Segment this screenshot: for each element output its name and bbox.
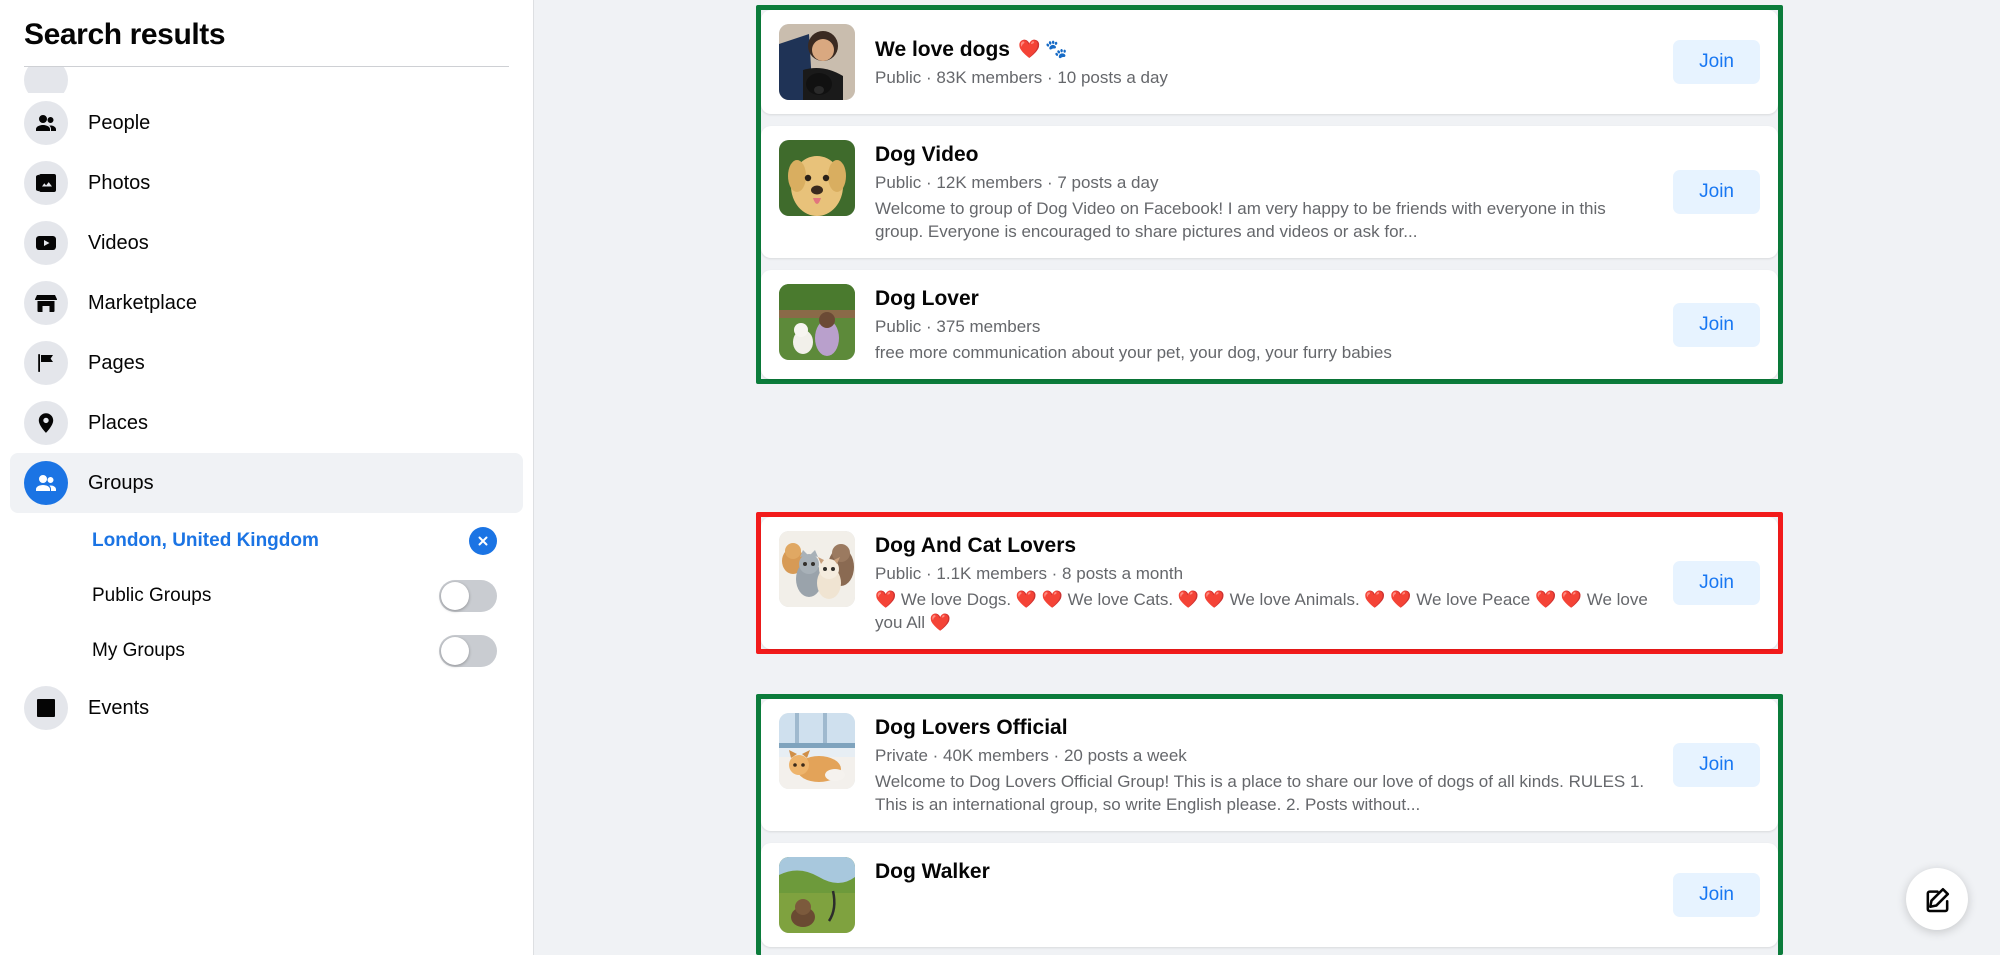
sidebar-item-label: Marketplace: [88, 291, 197, 314]
group-description: Welcome to group of Dog Video on Faceboo…: [875, 199, 1606, 242]
pages-flag-icon: [24, 341, 68, 385]
group-thumbnail: [779, 284, 855, 361]
group-name-row: We love dogs ❤️ 🐾: [875, 37, 1657, 62]
sidebar-item-pages[interactable]: Pages: [10, 333, 523, 393]
group-card[interactable]: We love dogs ❤️ 🐾 Public · 83K members ·…: [761, 10, 1778, 114]
group-info: Dog Lover Public · 375 members free more…: [875, 284, 1657, 365]
group-thumbnail: [779, 713, 855, 789]
sidebar-item-places[interactable]: Places: [10, 393, 523, 453]
sidebar-item-people[interactable]: People: [10, 93, 523, 153]
sidebar-item-groups[interactable]: Groups: [10, 453, 523, 513]
filter-public-groups-label: Public Groups: [92, 584, 212, 606]
group-name: Dog And Cat Lovers: [875, 534, 1077, 557]
join-button[interactable]: Join: [1673, 561, 1760, 606]
group-card[interactable]: Dog And Cat Lovers Public · 1.1K members…: [761, 517, 1778, 650]
sidebar-item-photos[interactable]: Photos: [10, 153, 523, 213]
sidebar-item-label: Events: [88, 696, 150, 719]
partial-icon: [24, 67, 68, 93]
filter-location[interactable]: London, United Kingdom: [20, 513, 513, 568]
group-meta: Public · 83K members · 10 posts a day: [875, 68, 1168, 88]
sidebar-nav: People Photos Videos Marketplace Pages P…: [0, 67, 533, 738]
group-meta: Public · 1.1K members · 8 posts a month: [875, 564, 1184, 584]
page-title: Search results: [24, 18, 226, 51]
filter-location-label: London, United Kingdom: [92, 529, 319, 551]
close-x-icon[interactable]: [469, 526, 497, 555]
filter-public-groups[interactable]: Public Groups: [20, 568, 513, 623]
group-meta: Public · 375 members: [875, 317, 1041, 337]
sidebar-item-label: Pages: [88, 351, 145, 374]
join-button[interactable]: Join: [1673, 873, 1760, 918]
group-name: Dog Lover: [875, 287, 979, 311]
videos-icon: [24, 221, 68, 265]
compose-edit-icon[interactable]: [1906, 868, 1968, 930]
sidebar-item-marketplace[interactable]: Marketplace: [10, 273, 523, 333]
annotation-box-green-1: We love dogs ❤️ 🐾 Public · 83K members ·…: [756, 5, 1783, 385]
group-meta: Private · 40K members · 20 posts a week: [875, 746, 1187, 766]
join-button[interactable]: Join: [1673, 170, 1760, 215]
filter-my-groups-label: My Groups: [92, 639, 185, 661]
group-name: Dog Video: [875, 143, 979, 166]
group-thumbnail: [779, 531, 855, 607]
group-name-row: Dog Lovers Official: [875, 715, 1657, 740]
group-name-row: Dog And Cat Lovers: [875, 533, 1657, 558]
search-results-main: We love dogs ❤️ 🐾 Public · 83K members ·…: [535, 0, 2000, 955]
my-groups-toggle[interactable]: [439, 634, 497, 667]
group-thumbnail: [779, 857, 855, 934]
annotation-box-red: Dog And Cat Lovers Public · 1.1K members…: [756, 512, 1783, 655]
group-description: free more communication about your pet, …: [875, 343, 1392, 363]
annotation-box-green-2: Dog Lovers Official Private · 40K member…: [756, 694, 1783, 955]
group-description: Welcome to Dog Lovers Official Group! Th…: [875, 772, 1645, 815]
group-name: We love dogs: [875, 37, 1010, 61]
group-card[interactable]: Dog Video Public · 12K members · 7 posts…: [761, 126, 1778, 259]
sidebar-item-label: Photos: [88, 171, 151, 194]
group-card-stack: Dog Lovers Official Private · 40K member…: [761, 699, 1778, 948]
toggle-knob: [441, 636, 469, 665]
sidebar-item-label: Videos: [88, 231, 149, 254]
group-info: Dog Walker: [875, 857, 1657, 889]
public-groups-toggle[interactable]: [439, 579, 497, 612]
people-icon: [24, 101, 68, 145]
group-name: Dog Lovers Official: [875, 716, 1068, 739]
places-pin-icon: [24, 401, 68, 445]
group-name-row: Dog Video: [875, 142, 1657, 167]
group-card[interactable]: Dog Lover Public · 375 members free more…: [761, 270, 1778, 380]
sidebar-item-partial[interactable]: [10, 67, 523, 93]
group-info: Dog And Cat Lovers Public · 1.1K members…: [875, 531, 1657, 635]
join-button[interactable]: Join: [1673, 40, 1760, 84]
groups-icon: [24, 461, 68, 505]
group-thumbnail: [779, 24, 855, 100]
photos-icon: [24, 161, 68, 205]
filter-my-groups[interactable]: My Groups: [20, 623, 513, 678]
group-card-stack: We love dogs ❤️ 🐾 Public · 83K members ·…: [761, 10, 1778, 380]
group-card[interactable]: Dog Lovers Official Private · 40K member…: [761, 699, 1778, 832]
marketplace-icon: [24, 281, 68, 325]
group-name-row: Dog Walker: [875, 859, 1657, 884]
group-meta: Public · 12K members · 7 posts a day: [875, 173, 1159, 193]
join-button[interactable]: Join: [1673, 743, 1760, 788]
group-info: We love dogs ❤️ 🐾 Public · 83K members ·…: [875, 35, 1657, 89]
toggle-knob: [441, 581, 469, 610]
sidebar-item-label: Places: [88, 411, 149, 434]
sidebar-item-label: Groups: [88, 471, 154, 494]
group-description: ❤️ We love Dogs. ❤️ ❤️ We love Cats. ❤️ …: [875, 590, 1648, 633]
sidebar-item-label: People: [88, 111, 151, 134]
sidebar-item-videos[interactable]: Videos: [10, 213, 523, 273]
group-name-emojis: ❤️ 🐾: [1017, 38, 1068, 59]
group-name-row: Dog Lover: [875, 286, 1657, 311]
search-results-sidebar: Search results People Photos Videos Mark…: [0, 0, 534, 955]
group-thumbnail: [779, 140, 855, 216]
group-info: Dog Lovers Official Private · 40K member…: [875, 713, 1657, 817]
page-root: Search results People Photos Videos Mark…: [0, 0, 2000, 955]
group-card-stack: Dog And Cat Lovers Public · 1.1K members…: [761, 517, 1778, 650]
events-icon: [24, 686, 68, 730]
sidebar-item-events[interactable]: Events: [10, 678, 523, 738]
group-info: Dog Video Public · 12K members · 7 posts…: [875, 140, 1657, 244]
group-name: Dog Walker: [875, 860, 990, 884]
group-card[interactable]: Dog Walker Join: [761, 843, 1778, 948]
join-button[interactable]: Join: [1673, 302, 1760, 347]
